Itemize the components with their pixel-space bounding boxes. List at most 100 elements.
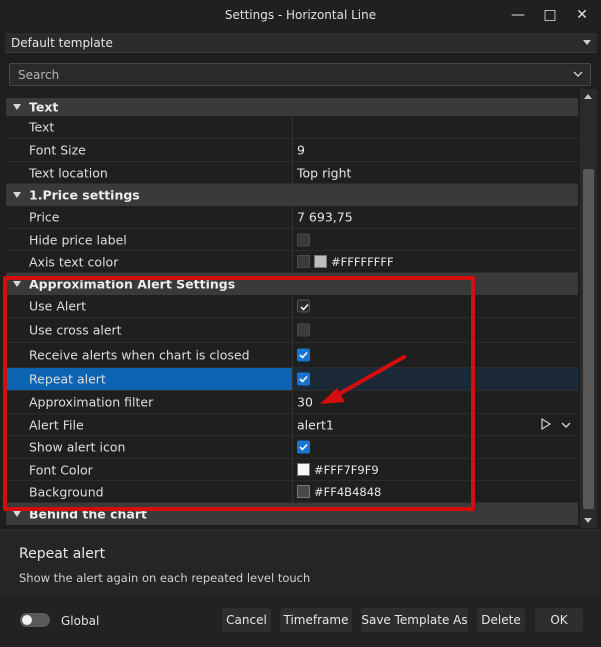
property-label: Use Alert <box>29 298 87 314</box>
description-title: Repeat alert <box>19 546 106 562</box>
color-swatch-empty[interactable] <box>297 255 310 268</box>
property-row[interactable]: Approximation filter 30 <box>6 391 578 414</box>
property-row[interactable]: Price 7 693,75 <box>6 206 578 229</box>
property-value[interactable] <box>297 372 310 386</box>
property-value[interactable] <box>297 323 310 337</box>
value-text: 30 <box>297 394 313 410</box>
color-swatch[interactable] <box>314 255 327 268</box>
property-value[interactable]: 7 693,75 <box>297 210 353 225</box>
scroll-down-icon[interactable] <box>584 518 592 523</box>
property-value[interactable]: #FFF7F9F9 <box>297 463 379 477</box>
chevron-down-icon[interactable] <box>572 68 584 80</box>
template-dropdown[interactable]: Default template <box>5 33 597 53</box>
maximize-button[interactable]: □ <box>537 4 563 26</box>
selected-value-cell <box>293 368 578 390</box>
property-label: Show alert icon <box>29 439 126 455</box>
category-label: Approximation Alert Settings <box>29 276 236 292</box>
property-value[interactable]: Top right <box>297 165 351 180</box>
property-label: Text <box>29 119 55 135</box>
delete-button[interactable]: Delete <box>477 608 525 632</box>
scrollbar-thumb[interactable] <box>583 169 594 509</box>
checkbox[interactable] <box>297 323 310 337</box>
property-value[interactable]: alert1 <box>297 417 334 432</box>
column-divider <box>292 206 293 228</box>
search-input[interactable]: Search <box>9 63 591 86</box>
category-row[interactable]: Text <box>6 98 578 116</box>
chevron-down-icon[interactable] <box>560 419 572 434</box>
property-value[interactable]: #FFFFFFFF <box>297 255 394 269</box>
property-row[interactable]: Axis text color #FFFFFFFF <box>6 251 578 273</box>
column-divider <box>292 343 293 367</box>
collapse-icon[interactable] <box>13 281 21 287</box>
property-value[interactable] <box>297 348 310 362</box>
checkbox-checked[interactable] <box>297 299 310 313</box>
cancel-button[interactable]: Cancel <box>222 608 271 632</box>
checkbox[interactable] <box>297 233 310 246</box>
property-row[interactable]: Use cross alert <box>6 318 578 343</box>
property-value[interactable] <box>297 233 310 246</box>
property-row[interactable]: Alert File alert1 <box>6 414 578 436</box>
category-label: 1.Price settings <box>29 187 140 203</box>
property-row[interactable]: Use Alert <box>6 295 578 318</box>
collapse-icon[interactable] <box>13 104 21 110</box>
property-row[interactable]: Receive alerts when chart is closed <box>6 343 578 368</box>
checkbox-checked[interactable] <box>297 348 310 362</box>
property-label: Price <box>29 209 60 225</box>
color-value: #FFF7F9F9 <box>314 462 379 477</box>
property-row[interactable]: Repeat alert <box>6 368 578 391</box>
color-swatch[interactable] <box>297 463 310 476</box>
color-value: #FF4B4848 <box>314 484 382 499</box>
property-value[interactable]: #FF4B4848 <box>297 485 381 499</box>
column-divider <box>292 391 293 413</box>
column-divider <box>292 295 293 317</box>
column-divider <box>292 162 293 183</box>
value-text: Top right <box>297 165 352 180</box>
property-value[interactable]: 9 <box>297 143 305 158</box>
property-value[interactable] <box>297 440 310 454</box>
property-row[interactable]: Background #FF4B4848 <box>6 481 578 503</box>
checkbox-checked[interactable] <box>297 440 310 454</box>
title-bar: Settings - Horizontal Line — □ ✕ <box>0 0 601 32</box>
color-swatch[interactable] <box>297 485 310 498</box>
property-row[interactable]: Font Size 9 <box>6 139 578 162</box>
property-value[interactable]: 30 <box>297 395 313 410</box>
collapse-icon[interactable] <box>13 511 21 517</box>
property-label: Axis text color <box>29 254 119 269</box>
value-text: alert1 <box>297 417 334 432</box>
play-icon[interactable] <box>540 417 552 433</box>
property-row[interactable]: Font Color #FFF7F9F9 <box>6 459 578 481</box>
scrollbar[interactable] <box>580 89 597 528</box>
maximize-icon: □ <box>543 7 557 23</box>
minimize-button[interactable]: — <box>505 4 531 26</box>
checkbox-checked[interactable] <box>297 372 310 386</box>
save-template-button[interactable]: Save Template As <box>361 608 468 632</box>
timeframe-button[interactable]: Timeframe <box>280 608 352 632</box>
ok-button[interactable]: OK <box>535 608 583 632</box>
property-row[interactable]: Text location Top right <box>6 162 578 184</box>
property-row[interactable]: Text <box>6 116 578 139</box>
category-row[interactable]: 1.Price settings <box>6 184 578 206</box>
property-label: Repeat alert <box>29 371 106 387</box>
close-button[interactable]: ✕ <box>569 4 595 26</box>
category-row[interactable]: Approximation Alert Settings <box>6 273 578 295</box>
value-text: 7 693,75 <box>297 209 353 225</box>
property-label: Background <box>29 484 104 499</box>
value-text: 9 <box>297 142 305 158</box>
property-value[interactable] <box>297 299 310 313</box>
scroll-up-icon[interactable] <box>584 94 592 99</box>
property-row[interactable]: Show alert icon <box>6 436 578 459</box>
property-label: Text location <box>29 165 108 180</box>
description-panel: Repeat alert Show the alert again on eac… <box>0 530 601 594</box>
property-row[interactable]: Hide price label <box>6 229 578 251</box>
template-value: Default template <box>11 36 113 50</box>
footer: Global Cancel Timeframe Save Template As… <box>0 594 601 647</box>
property-label: Receive alerts when chart is closed <box>29 347 250 363</box>
property-label: Alert File <box>29 417 84 432</box>
category-label: Text <box>29 99 59 115</box>
column-divider <box>292 139 293 161</box>
category-row[interactable]: Behind the chart <box>6 503 578 525</box>
column-divider <box>292 251 293 272</box>
minimize-icon: — <box>511 7 525 23</box>
global-toggle[interactable] <box>20 613 50 627</box>
collapse-icon[interactable] <box>13 192 21 198</box>
